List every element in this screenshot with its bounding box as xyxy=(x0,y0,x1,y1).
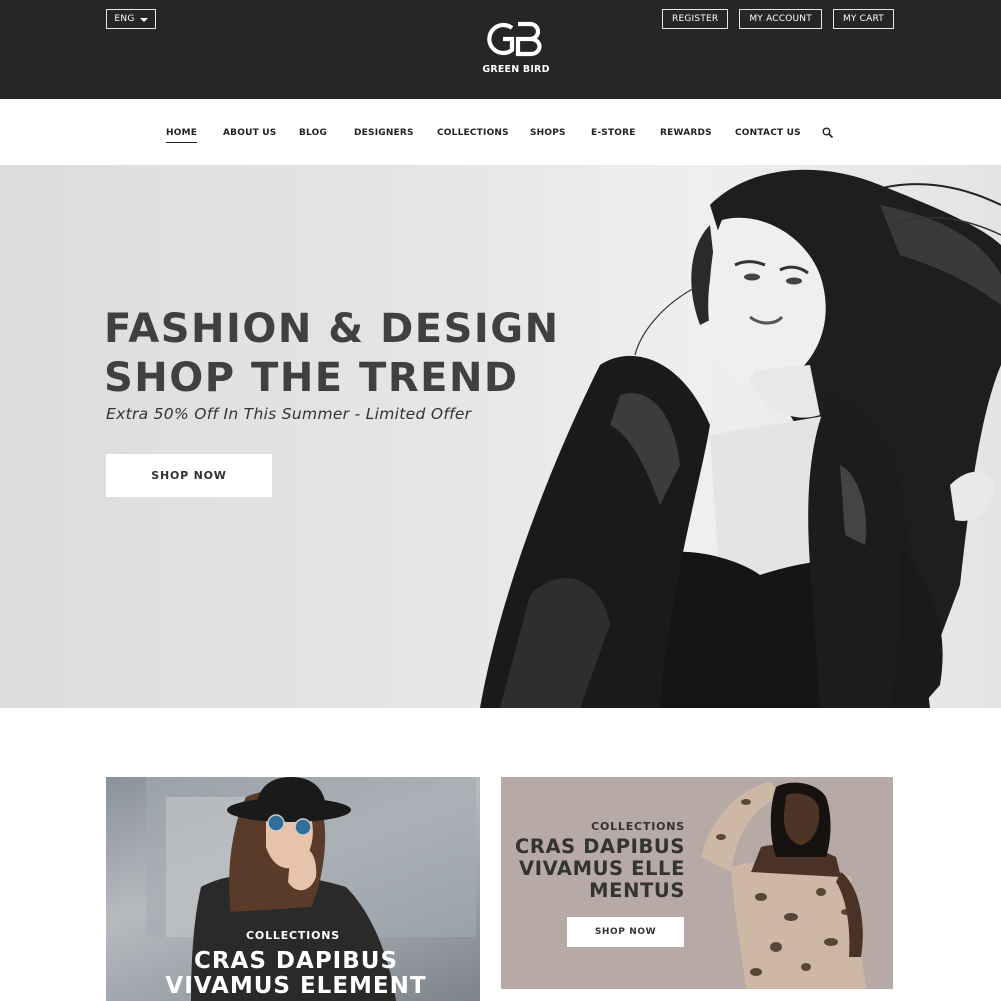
top-bar: ENG GREEN BIRD REGISTER MY ACCOUNT MY CA… xyxy=(0,0,1001,99)
card-title-line: CRAS DAPIBUS xyxy=(514,835,685,858)
language-label: ENG xyxy=(114,14,135,24)
main-nav: HOME ABOUT US BLOG DESIGNERS COLLECTIONS… xyxy=(0,99,1001,165)
nav-item-about-us[interactable]: ABOUT US xyxy=(223,128,276,138)
collection-model-image xyxy=(701,782,866,989)
card-title: CRAS DAPIBUS VIVAMUS ELEMENT xyxy=(106,949,480,999)
card-category-label: COLLECTIONS xyxy=(246,929,340,942)
logo-mark-icon xyxy=(487,21,542,57)
nav-item-shops[interactable]: SHOPS xyxy=(530,128,566,138)
card-title: CRAS DAPIBUS VIVAMUS ELLE MENTUS xyxy=(515,836,685,902)
nav-item-rewards[interactable]: REWARDS xyxy=(660,128,712,138)
card-category-label: COLLECTIONS xyxy=(591,820,685,833)
hero-subtitle: Extra 50% Off In This Summer - Limited O… xyxy=(106,405,472,423)
card-title-line: VIVAMUS ELEMENT xyxy=(165,973,427,999)
search-icon[interactable] xyxy=(822,127,833,138)
site-logo[interactable]: GREEN BIRD xyxy=(478,18,554,80)
caret-down-icon xyxy=(139,17,148,22)
nav-item-blog[interactable]: BLOG xyxy=(299,128,327,138)
collection-card-left[interactable]: COLLECTIONS CRAS DAPIBUS VIVAMUS ELEMENT xyxy=(106,777,480,1001)
my-cart-button[interactable]: MY CART xyxy=(832,9,894,29)
language-selector[interactable]: ENG xyxy=(106,9,156,29)
nav-item-e-store[interactable]: E-STORE xyxy=(591,128,636,138)
shop-now-button[interactable]: SHOP NOW xyxy=(567,917,684,947)
hero-model-image xyxy=(480,169,1001,708)
card-title-line: VIVAMUS ELLE xyxy=(519,857,685,880)
nav-item-home[interactable]: HOME xyxy=(166,128,198,143)
nav-item-designers[interactable]: DESIGNERS xyxy=(354,128,414,138)
hero-title: FASHION & DESIGN SHOP THE TREND xyxy=(104,305,560,403)
card-title-line: MENTUS xyxy=(589,879,685,902)
card-title-line: CRAS DAPIBUS xyxy=(193,948,399,974)
hero-banner: FASHION & DESIGN SHOP THE TREND Extra 50… xyxy=(0,165,1001,708)
hero-title-line: FASHION & DESIGN xyxy=(104,306,560,352)
register-button[interactable]: REGISTER xyxy=(662,9,729,29)
nav-item-collections[interactable]: COLLECTIONS xyxy=(437,128,509,138)
collection-card-right[interactable]: COLLECTIONS CRAS DAPIBUS VIVAMUS ELLE ME… xyxy=(501,777,893,989)
hero-title-line: SHOP THE TREND xyxy=(104,355,519,401)
my-account-button[interactable]: MY ACCOUNT xyxy=(739,9,822,29)
nav-item-contact-us[interactable]: CONTACT US xyxy=(735,128,801,138)
account-links: REGISTER MY ACCOUNT MY CART xyxy=(662,9,894,29)
logo-text: GREEN BIRD xyxy=(482,64,550,75)
shop-now-button[interactable]: SHOP NOW xyxy=(106,454,272,497)
